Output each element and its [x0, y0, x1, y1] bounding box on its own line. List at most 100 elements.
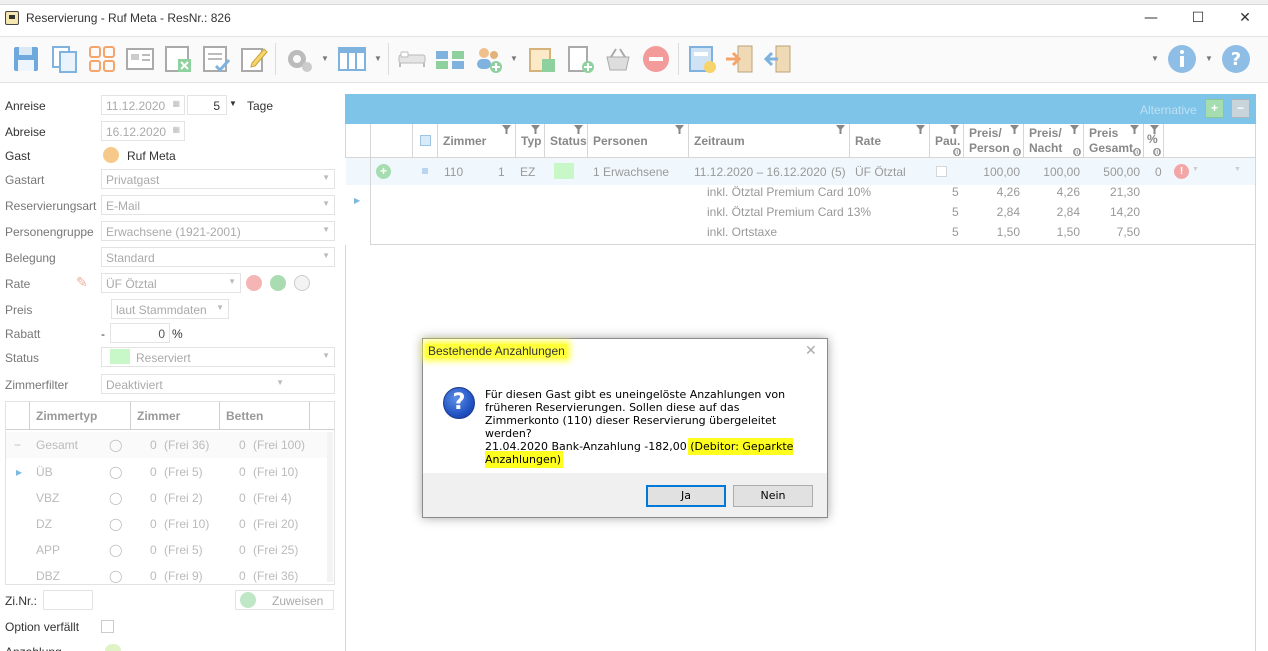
col-rate[interactable]: Rate — [850, 124, 930, 158]
room-grid-scrollbar[interactable] — [327, 432, 333, 582]
new-document-icon[interactable] — [564, 43, 596, 75]
close-button[interactable]: ✕ — [1234, 8, 1256, 28]
col-preis-person[interactable]: Preis/Person (i) — [964, 124, 1024, 158]
basket-icon[interactable] — [602, 43, 634, 75]
nights-dropdown-icon[interactable]: ▼ — [229, 99, 237, 108]
excel-icon[interactable] — [162, 43, 194, 75]
card-icon[interactable] — [124, 43, 156, 75]
calendar-icon[interactable]: ▦ — [172, 125, 180, 134]
info-icon[interactable] — [1166, 43, 1198, 75]
col-betten[interactable]: Betten — [220, 402, 310, 430]
guests-icon[interactable] — [472, 43, 504, 75]
chevron-down-icon[interactable]: ▼ — [1192, 166, 1199, 173]
detail-gesamt: 14,20 — [1109, 205, 1140, 219]
columns-icon[interactable] — [336, 43, 368, 75]
yes-button[interactable]: Ja — [646, 485, 726, 507]
col-percent[interactable]: % (i) — [1144, 124, 1164, 158]
filter-icon — [950, 125, 959, 134]
chevron-down-icon[interactable]: ▼ — [1234, 166, 1241, 173]
room-count: 0 — [150, 491, 157, 505]
row-checkbox[interactable] — [422, 168, 428, 174]
abreise-date-field[interactable]: 16.12.2020 ▦ — [101, 121, 185, 141]
no-button[interactable]: Nein — [733, 485, 813, 507]
option-checkbox[interactable] — [101, 620, 114, 633]
checkout-icon[interactable] — [762, 43, 794, 75]
bed-count: 0 — [239, 543, 246, 557]
room-grid-row[interactable]: APP ◯ 0 (Frei 5) 0 (Frei 25) — [6, 537, 328, 563]
gastart-select[interactable]: Privatgast ▼ — [101, 169, 335, 189]
anreise-date-field[interactable]: 11.12.2020 ▦ — [101, 95, 185, 115]
row-warning-icon[interactable]: ! — [1174, 164, 1189, 179]
col-zimmertyp[interactable]: Zimmertyp — [30, 402, 131, 430]
chevron-down-icon[interactable]: ▼ — [374, 54, 382, 63]
col-preis-gesamt[interactable]: Preis Gesamt (i) — [1084, 124, 1144, 158]
chevron-down-icon[interactable]: ▼ — [1151, 54, 1159, 63]
col-personen[interactable]: Personen — [588, 124, 689, 158]
dialog-close-button[interactable]: ✕ — [805, 343, 817, 359]
col-preis-gesamt-line2: Gesamt — [1089, 141, 1134, 155]
chevron-down-icon[interactable]: ▼ — [321, 54, 329, 63]
reservation-row[interactable]: + 110 1 EZ 1 Erwachsene 11.12.2020 – 16.… — [346, 158, 1256, 185]
col-status[interactable]: Status — [545, 124, 588, 158]
header-indicator — [346, 124, 371, 158]
col-pau[interactable]: Pau. (i) — [930, 124, 964, 158]
remove-alternative-icon[interactable]: − — [1231, 99, 1250, 118]
bed-free: (Frei 10) — [253, 465, 299, 479]
checkin-icon[interactable] — [724, 43, 756, 75]
cancel-icon[interactable] — [640, 43, 672, 75]
col-typ[interactable]: Typ — [516, 124, 545, 158]
zinr-input[interactable] — [43, 590, 93, 610]
chevron-down-icon[interactable]: ▼ — [1205, 54, 1213, 63]
nights-field[interactable]: 5 — [187, 95, 227, 115]
copy-icon[interactable] — [48, 43, 80, 75]
zimmerfilter-select[interactable]: Deaktiviert ▼ — [101, 374, 335, 394]
add-rate-icon[interactable] — [270, 275, 286, 291]
bed-count: 0 — [239, 569, 246, 583]
room-grid-row[interactable]: VBZ ◯ 0 (Frei 2) 0 (Frei 4) — [6, 485, 328, 511]
room-grid-row[interactable]: DZ ◯ 0 (Frei 10) 0 (Frei 20) — [6, 511, 328, 537]
status-color-swatch — [110, 349, 130, 364]
maximize-button[interactable]: ☐ — [1187, 8, 1209, 28]
transfer-icon[interactable] — [434, 43, 466, 75]
col-zimmer[interactable]: Zimmer — [131, 402, 220, 430]
nights-unit: Tage — [247, 99, 274, 113]
view-rate-icon[interactable] — [294, 275, 310, 291]
col-zimmer[interactable]: Zimmer — [438, 124, 516, 158]
report-icon[interactable] — [200, 43, 232, 75]
book-icon[interactable] — [526, 43, 558, 75]
minimize-button[interactable]: — — [1140, 8, 1162, 28]
chevron-down-icon[interactable]: ▼ — [510, 54, 518, 63]
dialog-title: Bestehende Anzahlungen — [426, 344, 567, 358]
remove-rate-icon[interactable] — [246, 275, 262, 291]
invoice-icon[interactable] — [686, 43, 718, 75]
rate-select[interactable]: ÜF Ötztal ▼ — [101, 273, 241, 293]
reservierungsart-select[interactable]: E-Mail ▼ — [101, 195, 335, 215]
expand-row-icon[interactable]: + — [376, 164, 391, 179]
room-grid-row[interactable]: − Gesamt ◯ 0 (Frei 36) 0 (Frei 100) — [6, 432, 328, 458]
preis-select[interactable]: laut Stammdaten ▼ — [111, 299, 229, 319]
settings-icon[interactable] — [283, 43, 315, 75]
col-zeitraum[interactable]: Zeitraum — [689, 124, 850, 158]
rabatt-input[interactable]: 0 — [110, 323, 170, 343]
row-pau-checkbox[interactable] — [936, 166, 947, 177]
personengruppe-select[interactable]: Erwachsene (1921-2001) ▼ — [101, 221, 335, 241]
col-preis-nacht[interactable]: Preis/Nacht (i) — [1024, 124, 1084, 158]
room-grid-row[interactable]: ▸ ÜB ◯ 0 (Frei 5) 0 (Frei 10) — [6, 459, 328, 485]
col-rate-label: Rate — [855, 134, 882, 148]
select-all-checkbox[interactable] — [420, 135, 431, 146]
filter-icon — [1010, 125, 1019, 134]
grid-icon[interactable] — [86, 43, 118, 75]
edit-icon[interactable] — [238, 43, 270, 75]
help-icon[interactable]: ? — [1220, 43, 1252, 75]
calendar-icon[interactable]: ▦ — [172, 99, 180, 108]
add-alternative-icon[interactable]: + — [1205, 99, 1224, 118]
gast-value[interactable]: Ruf Meta — [127, 149, 176, 163]
save-icon[interactable] — [10, 43, 42, 75]
bed-icon[interactable] — [396, 43, 428, 75]
room-grid-row[interactable]: DBZ ◯ 0 (Frei 9) 0 (Frei 36) — [6, 563, 328, 583]
status-select[interactable]: Reserviert ▼ — [101, 347, 335, 367]
belegung-select[interactable]: Standard ▼ — [101, 247, 335, 267]
header-select-all[interactable] — [413, 124, 438, 158]
pencil-icon[interactable]: ✎ — [76, 274, 88, 291]
collapse-icon[interactable]: − — [14, 438, 21, 452]
